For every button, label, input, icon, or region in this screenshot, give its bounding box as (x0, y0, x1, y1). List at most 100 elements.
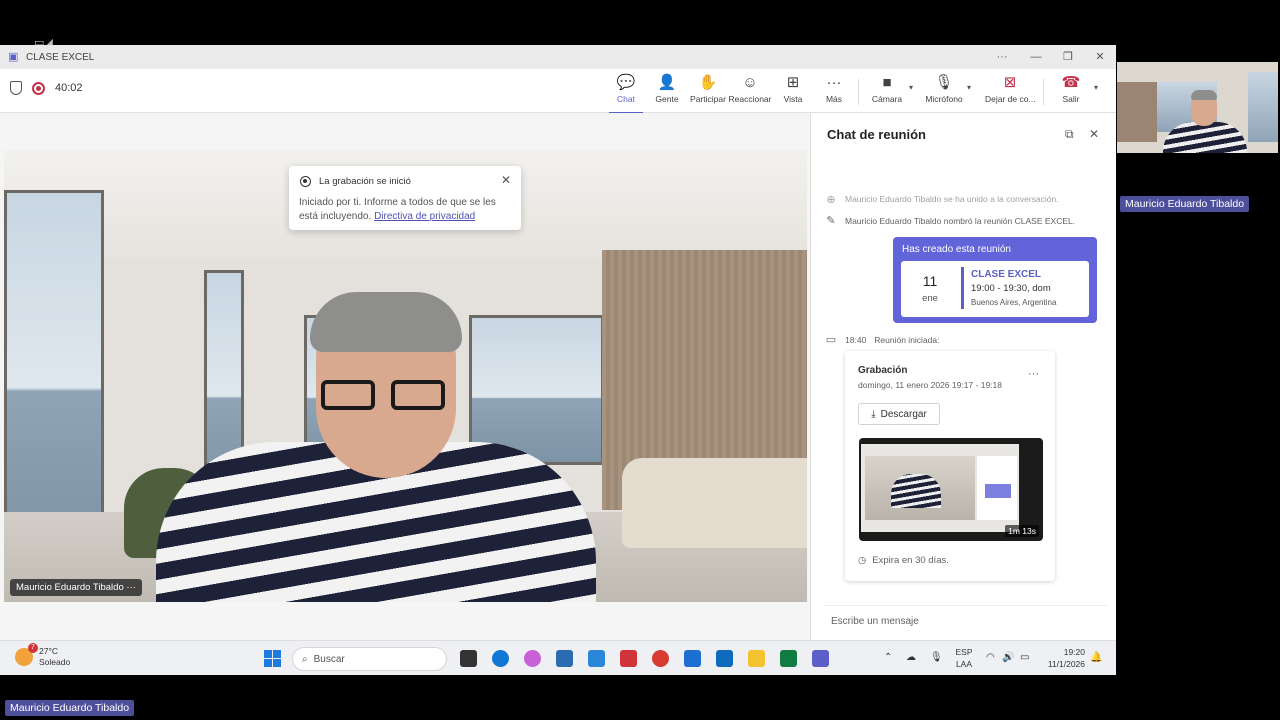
hang-up-icon: ☎ (1061, 74, 1081, 91)
meeting-card-body[interactable]: 11 ene CLASE EXCEL 19:00 - 19:30, dom Bu… (901, 261, 1089, 317)
participant-hair (310, 292, 462, 352)
store-icon[interactable] (556, 650, 573, 667)
pencil-icon: ✎ (826, 215, 836, 227)
edge-icon[interactable] (492, 650, 509, 667)
battery-icon[interactable]: ▭ (1020, 652, 1029, 663)
search-label: Buscar (313, 653, 345, 665)
meeting-day: 11 (922, 273, 938, 289)
system-clock[interactable]: 19:20 11/1/2026 (1040, 646, 1085, 670)
more-options-icon[interactable]: ··· (1028, 368, 1039, 380)
privacy-policy-link[interactable]: Directiva de privacidad (374, 211, 475, 222)
outlook-icon[interactable] (684, 650, 701, 667)
teams-meeting-window: ▣ CLASE EXCEL ··· — ❐ ✕ 40:02 💬 Chat 👤 G… (0, 45, 1116, 675)
recording-duration: 1m 13s (1005, 525, 1039, 537)
todo-icon[interactable] (588, 650, 605, 667)
windows-start-icon[interactable] (264, 650, 281, 667)
microphone-label: Micrófono (925, 94, 963, 104)
microphone-icon: 🎙 (934, 74, 954, 91)
thumb-window (1248, 72, 1278, 142)
copilot-icon[interactable] (524, 650, 541, 667)
leave-button[interactable]: ☎ Salir (1048, 73, 1094, 111)
message-composer[interactable]: Escribe un mensaje ☺ ▣ ⌀ + ➤ (823, 605, 1107, 640)
more-button[interactable]: ··· Más (811, 73, 857, 111)
participant-thumbnail[interactable] (1117, 62, 1278, 153)
thumbnail-person (891, 474, 941, 508)
view-label: Vista (783, 94, 803, 104)
stop-sharing-button[interactable]: ⊠ Dejar de co... (985, 73, 1036, 111)
meeting-created-card[interactable]: Has creado esta reunión 11 ene CLASE EXC… (893, 237, 1097, 323)
recording-icon (300, 176, 311, 187)
language-indicator[interactable]: ESP LAA (952, 646, 976, 670)
raise-hand-label: Participar (690, 94, 726, 104)
people-icon: 👤 (657, 74, 677, 91)
close-chat-icon[interactable]: ✕ (1089, 127, 1099, 141)
microphone-options-chevron-icon[interactable]: ▾ (967, 83, 971, 92)
download-icon: ⤓ (871, 408, 876, 420)
temperature: 27°C (39, 646, 58, 656)
recording-thumbnail[interactable]: 1m 13s (859, 438, 1043, 541)
message-input[interactable]: Escribe un mensaje (831, 616, 919, 627)
chat-button[interactable]: 💬 Chat (603, 73, 649, 114)
camera-options-chevron-icon[interactable]: ▾ (909, 83, 913, 92)
excel-icon[interactable] (780, 650, 797, 667)
weather-condition: Soleado (39, 657, 71, 667)
video-icon: ▭ (825, 334, 837, 346)
wifi-icon[interactable]: ◠ (986, 652, 995, 663)
meeting-timer: 40:02 (55, 82, 83, 94)
office-icon[interactable] (652, 650, 669, 667)
clock-date: 11/1/2026 (1047, 659, 1085, 669)
thumbnail-panel (977, 456, 1017, 520)
show-hidden-icons-chevron-icon[interactable]: ⌃ (884, 652, 892, 663)
system-message: ✎ Mauricio Eduardo Tibaldo nombró la reu… (825, 214, 1075, 227)
window-more-button[interactable]: ··· (986, 45, 1018, 69)
search-icon: ⌕ (302, 653, 308, 665)
people-button[interactable]: 👤 Gente (644, 73, 690, 111)
close-window-button[interactable]: ✕ (1084, 45, 1116, 69)
taskbar-search[interactable]: ⌕ Buscar (292, 647, 447, 671)
react-button[interactable]: ☺ Reaccionar (727, 73, 773, 111)
participant-name-tag[interactable]: Mauricio Eduardo Tibaldo ··· (10, 579, 142, 596)
system-message: ⊕ Mauricio Eduardo Tibaldo se ha unido a… (825, 195, 1058, 203)
close-toast-icon[interactable]: ✕ (501, 173, 511, 187)
leave-label: Salir (1062, 94, 1080, 104)
camera-button[interactable]: ■ Cámara (864, 73, 910, 111)
recording-expiry: ◷ Expira en 30 días. (858, 555, 949, 566)
weather-widget[interactable]: 27°C Soleado (15, 643, 70, 668)
recording-card[interactable]: Grabación domingo, 11 enero 2026 19:17 -… (845, 351, 1055, 581)
task-view-icon[interactable] (460, 650, 477, 667)
notification-bell-icon[interactable]: 🔔 (1090, 652, 1102, 663)
pop-out-icon[interactable]: ⧉ (1065, 127, 1074, 142)
view-button[interactable]: ⊞ Vista (770, 73, 816, 111)
sun-icon (15, 643, 38, 666)
recording-icon[interactable] (32, 81, 45, 95)
volume-icon[interactable]: 🔊 (1002, 652, 1014, 663)
shield-icon[interactable] (10, 81, 22, 95)
teams-app-icon: ▣ (8, 51, 19, 63)
download-label: Descargar (880, 408, 927, 420)
language-code: ESP (955, 647, 973, 657)
clock-icon: ◷ (858, 555, 867, 566)
download-button[interactable]: ⤓ Descargar (858, 403, 940, 425)
raise-hand-button[interactable]: ✋ Participar (685, 73, 731, 111)
title-bar: ▣ CLASE EXCEL ··· — ❐ ✕ (0, 45, 1116, 69)
meeting-card-header: Has creado esta reunión (902, 244, 1011, 255)
microphone-button[interactable]: 🎙 Micrófono (921, 73, 967, 111)
microphone-tray-icon[interactable]: 🎙 (930, 652, 943, 663)
minimize-button[interactable]: — (1020, 45, 1052, 69)
file-explorer-icon[interactable] (748, 650, 765, 667)
teams-icon[interactable] (812, 650, 829, 667)
chat-icon: 💬 (616, 74, 636, 91)
window-title: CLASE EXCEL (26, 51, 95, 63)
meeting-time: 19:00 - 19:30, dom (971, 283, 1051, 294)
app-l-icon[interactable] (620, 650, 637, 667)
meeting-name: CLASE EXCEL (971, 269, 1042, 280)
onedrive-icon[interactable]: ☁ (906, 652, 916, 663)
thumb-head (1191, 90, 1217, 126)
participant-name-badge: Mauricio Eduardo Tibaldo (1120, 196, 1250, 212)
thumb-shirt (1163, 122, 1247, 153)
leave-options-chevron-icon[interactable]: ▾ (1094, 83, 1098, 92)
weather-text: 27°C Soleado (39, 646, 70, 668)
more-label: Más (825, 94, 843, 104)
remote-desktop-icon[interactable] (716, 650, 733, 667)
maximize-button[interactable]: ❐ (1052, 45, 1084, 69)
